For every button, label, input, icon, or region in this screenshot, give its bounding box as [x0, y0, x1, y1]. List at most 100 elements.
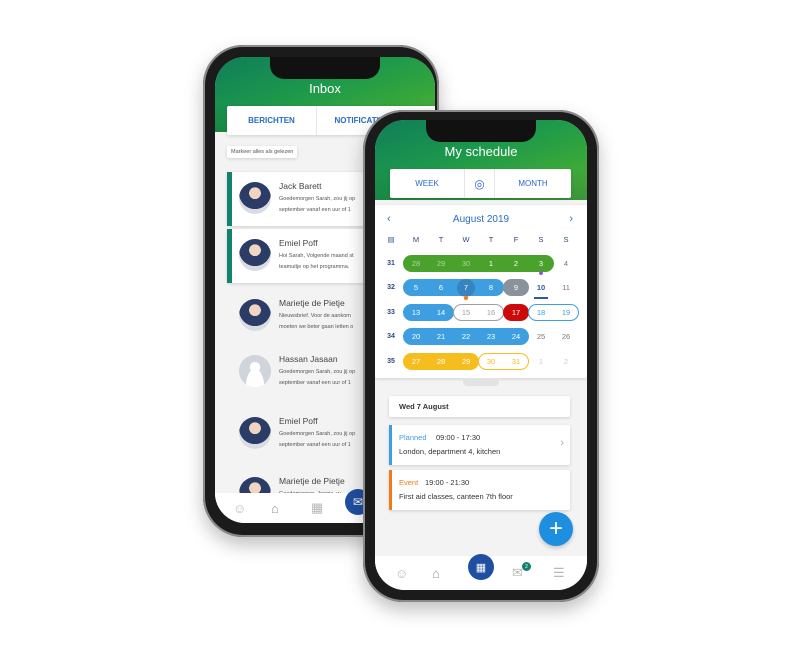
- calendar-day[interactable]: 27: [404, 352, 428, 370]
- weekday-label: W: [462, 234, 470, 244]
- notch: [426, 120, 536, 142]
- sender-name: Hassan Jasaan: [279, 354, 338, 364]
- mark-all-read-button[interactable]: Markeer alles als gelezen: [227, 146, 298, 158]
- calendar-day[interactable]: 1: [529, 352, 553, 370]
- home-icon[interactable]: ⌂: [271, 501, 279, 516]
- chevron-right-icon: ›: [560, 437, 564, 449]
- calendar-day[interactable]: 10: [529, 279, 553, 297]
- message-preview: Goedemorgen Sarah, zou jij op: [279, 431, 356, 437]
- calendar-day[interactable]: 3: [529, 254, 553, 272]
- calendar-day[interactable]: 5: [404, 279, 428, 297]
- calendar-day[interactable]: 15: [454, 303, 478, 321]
- message-preview: september vanaf een uur of 1: [279, 380, 351, 386]
- weekday-label: F: [513, 234, 519, 244]
- calendar-day[interactable]: 18: [529, 303, 553, 321]
- week-number: 34: [387, 333, 395, 341]
- calendar-day[interactable]: 17: [504, 303, 528, 321]
- page-title: Inbox: [309, 81, 341, 96]
- mail-badge: 2: [522, 562, 531, 571]
- sender-name: Marietje de Pietje: [279, 476, 345, 486]
- calendar-day[interactable]: 2: [554, 352, 578, 370]
- week-number: 32: [387, 284, 395, 292]
- message-preview: Nieuwsbrief. Voor de aankom: [279, 313, 351, 319]
- calendar-day[interactable]: 1: [479, 254, 503, 272]
- mail-icon[interactable]: ✉ 2: [512, 562, 531, 581]
- calendar-day[interactable]: 19: [554, 303, 578, 321]
- calendar-icon[interactable]: ▦: [311, 500, 323, 516]
- calendar-day[interactable]: 9: [504, 279, 528, 297]
- event-color-bar: [389, 425, 392, 465]
- calendar-day[interactable]: 23: [479, 328, 503, 346]
- tab-berichten[interactable]: BERICHTEN: [227, 106, 317, 135]
- message-preview: Goedemorgen Sarah, zou jij op: [279, 196, 356, 202]
- week-number: 35: [387, 357, 395, 365]
- schedule-bottom-nav: ☺ ⌂ ▦ ✉ 2 ☰: [375, 554, 587, 590]
- calendar-day[interactable]: 6: [429, 279, 453, 297]
- avatar: [239, 299, 271, 331]
- week-number: 33: [387, 308, 395, 316]
- tab-week[interactable]: WEEK: [390, 169, 465, 198]
- calendar-day[interactable]: 31: [504, 352, 528, 370]
- message-preview: september vanaf een uur of 1: [279, 442, 351, 448]
- schedule-event[interactable]: Event 19:00 - 21:30 First aid classes, c…: [389, 470, 570, 510]
- schedule-screen: My schedule WEEK ◎ MONTH ‹ August 2019 ›…: [375, 120, 587, 590]
- schedule-event[interactable]: Planned 09:00 - 17:30 London, department…: [389, 425, 570, 465]
- view-tabs: WEEK ◎ MONTH: [390, 169, 571, 198]
- month-calendar: ‹ August 2019 › ▤ M T W T F S S 31 28 29 30 1 2 3 4 32 5 6…: [375, 205, 587, 378]
- menu-icon[interactable]: ☰: [553, 565, 565, 581]
- calendar-day[interactable]: 7: [454, 279, 478, 297]
- page-title: My schedule: [444, 144, 518, 159]
- weekday-label: T: [438, 234, 444, 244]
- avatar: [239, 417, 271, 449]
- calendar-day[interactable]: 28: [404, 254, 428, 272]
- event-time: 09:00 - 17:30: [436, 433, 481, 442]
- calendar-day[interactable]: 11: [554, 279, 578, 297]
- unread-indicator: [227, 229, 232, 283]
- calendar-day[interactable]: 26: [554, 328, 578, 346]
- message-preview: september vanaf een uur of 1: [279, 207, 351, 213]
- calendar-day[interactable]: 20: [404, 328, 428, 346]
- week-number: 31: [387, 259, 395, 267]
- message-preview: Goedemorgen Sarah, zou jij op: [279, 369, 356, 375]
- target-icon[interactable]: ◎: [465, 169, 495, 198]
- weekday-label: S: [563, 234, 569, 244]
- calendar-icon[interactable]: ▦: [468, 554, 494, 580]
- sender-name: Emiel Poff: [279, 238, 318, 248]
- drag-handle[interactable]: [463, 378, 499, 386]
- weekday-label: T: [488, 234, 494, 244]
- calendar-day[interactable]: 21: [429, 328, 453, 346]
- event-color-bar: [389, 470, 392, 510]
- calendar-day[interactable]: 14: [429, 303, 453, 321]
- notch: [270, 57, 380, 79]
- calendar-day[interactable]: 13: [404, 303, 428, 321]
- event-type: Event: [399, 478, 419, 487]
- event-type: Planned: [399, 433, 427, 442]
- calendar-icon[interactable]: ▤: [379, 230, 403, 248]
- tab-month[interactable]: MONTH: [495, 169, 571, 198]
- user-icon[interactable]: ☺: [395, 566, 408, 581]
- calendar-day[interactable]: 8: [479, 279, 503, 297]
- home-icon[interactable]: ⌂: [432, 566, 440, 581]
- today-indicator: [534, 296, 548, 299]
- calendar-day[interactable]: 28: [429, 352, 453, 370]
- calendar-day[interactable]: 24: [504, 328, 528, 346]
- sender-name: Marietje de Pietje: [279, 298, 345, 308]
- message-preview: moeten we beter gaan letten o: [279, 324, 354, 330]
- calendar-day[interactable]: 30: [454, 254, 478, 272]
- calendar-day[interactable]: 30: [479, 352, 503, 370]
- event-description: First aid classes, canteen 7th floor: [399, 492, 513, 501]
- user-icon[interactable]: ☺: [233, 501, 246, 516]
- calendar-day[interactable]: 29: [429, 254, 453, 272]
- calendar-day[interactable]: 16: [479, 303, 503, 321]
- selected-date-header: Wed 7 August: [389, 396, 570, 417]
- calendar-day[interactable]: 2: [504, 254, 528, 272]
- calendar-day[interactable]: 29: [454, 352, 478, 370]
- event-description: London, department 4, kitchen: [399, 447, 501, 456]
- sender-name: Jack Barett: [279, 181, 322, 191]
- event-dot: [539, 271, 543, 275]
- calendar-day[interactable]: 25: [529, 328, 553, 346]
- add-button[interactable]: +: [539, 512, 573, 546]
- schedule-phone: My schedule WEEK ◎ MONTH ‹ August 2019 ›…: [363, 110, 599, 602]
- calendar-day[interactable]: 4: [554, 254, 578, 272]
- calendar-day[interactable]: 22: [454, 328, 478, 346]
